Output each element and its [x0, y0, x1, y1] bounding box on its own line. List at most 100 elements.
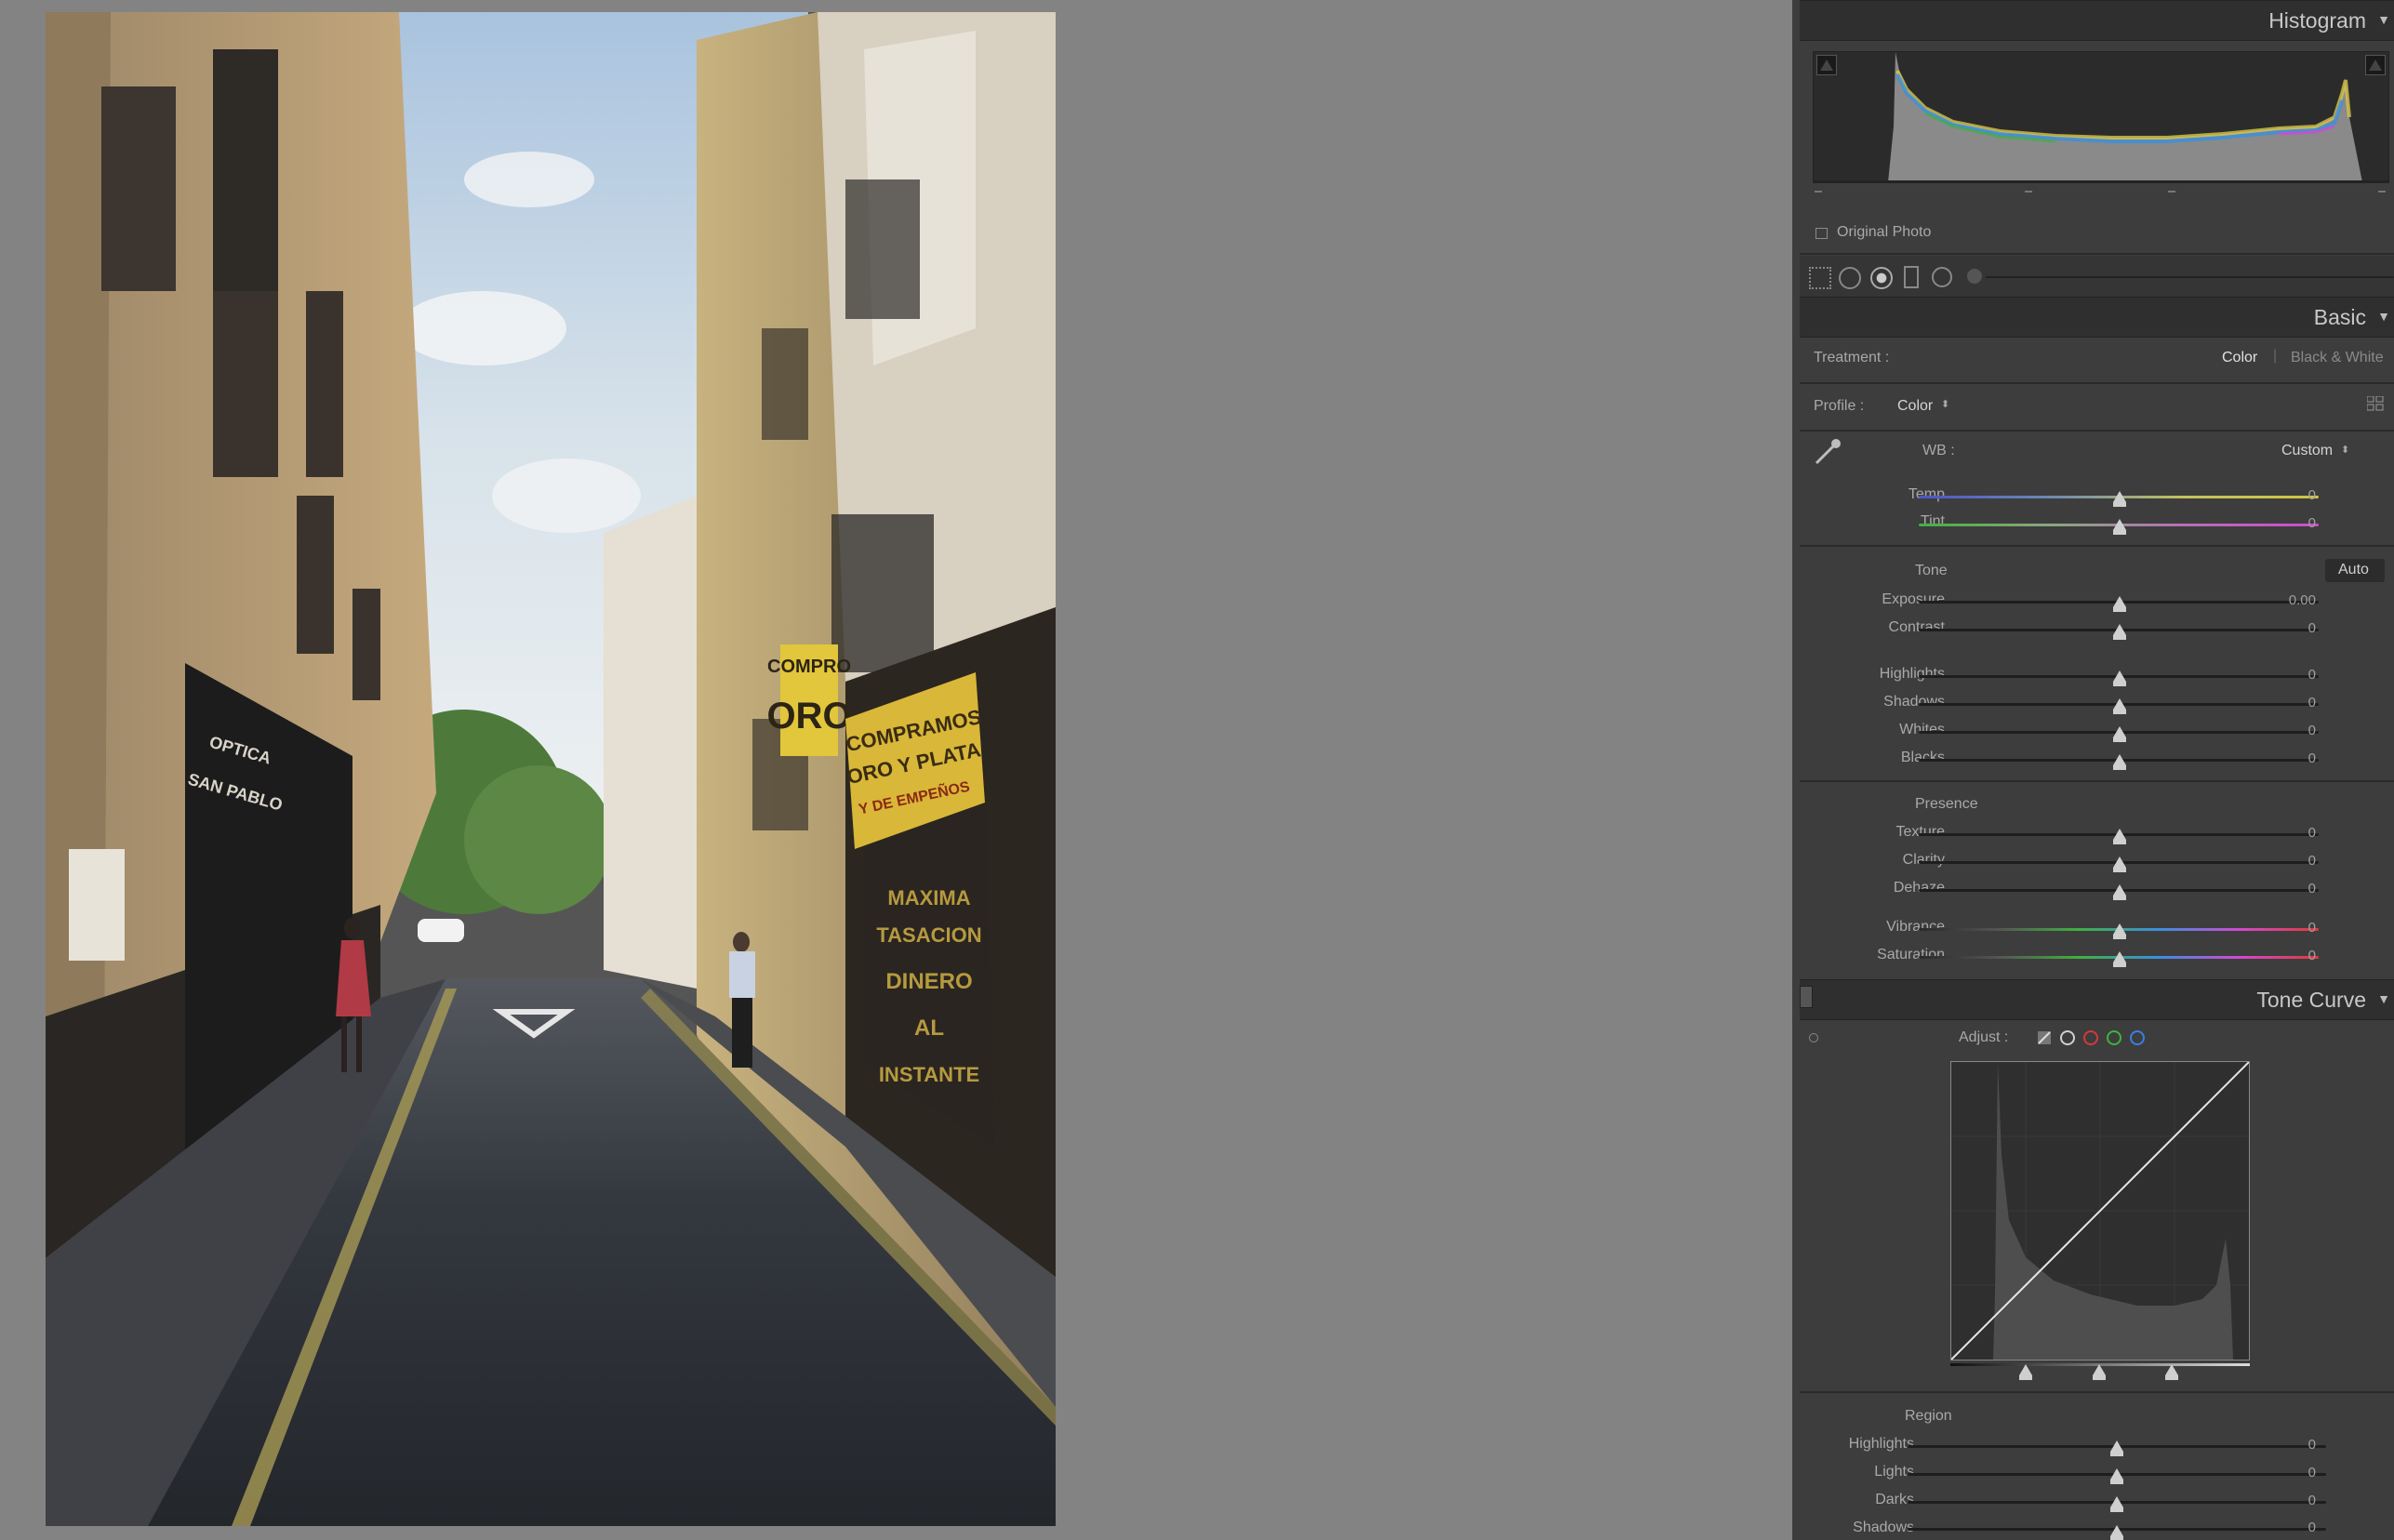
- street-photo: COMPRO ORO COMPRAMOS ORO Y PLATA Y DE EM…: [46, 12, 1056, 1526]
- basic-title: Basic: [2313, 305, 2366, 329]
- divider: [1800, 1391, 2394, 1393]
- blue-channel-icon[interactable]: [2130, 1030, 2145, 1045]
- treatment-label: Treatment :: [1814, 350, 1890, 365]
- contrast-slider-thumb[interactable]: [2113, 624, 2126, 640]
- slider-label-vibrance: Vibrance: [1886, 919, 1945, 935]
- region-shadows-slider-thumb[interactable]: [2110, 1525, 2123, 1540]
- tool-strip: [1800, 256, 2394, 297]
- collapse-triangle-icon[interactable]: ▼: [2377, 12, 2390, 27]
- slider-value-region-darks[interactable]: 0: [2260, 1493, 2316, 1508]
- curve-split-thumb-midtones[interactable]: [2093, 1364, 2106, 1380]
- region-darks-slider-thumb[interactable]: [2110, 1496, 2123, 1512]
- tone-label: Tone: [1915, 563, 1948, 578]
- slider-value-dehaze[interactable]: 0: [2260, 881, 2316, 896]
- highlights-slider-thumb[interactable]: [2113, 670, 2126, 686]
- histogram-ticks: [1813, 191, 2387, 194]
- wb-dropdown-arrows-icon[interactable]: ⬍: [2341, 444, 2349, 456]
- histogram-title: Histogram: [2268, 8, 2366, 33]
- collapse-triangle-icon[interactable]: ▼: [2377, 991, 2390, 1006]
- dehaze-slider-thumb[interactable]: [2113, 884, 2126, 900]
- wb-dropdown[interactable]: Custom: [2281, 443, 2333, 459]
- slider-value-blacks[interactable]: 0: [2260, 750, 2316, 766]
- slider-value-temp[interactable]: 0: [2260, 487, 2316, 503]
- whites-slider-thumb[interactable]: [2113, 726, 2126, 742]
- slider-value-shadows[interactable]: 0: [2260, 695, 2316, 710]
- shutter-text-5: INSTANTE: [879, 1063, 979, 1086]
- original-photo-label: Original Photo: [1837, 224, 1932, 240]
- slider-value-texture[interactable]: 0: [2260, 825, 2316, 841]
- slider-value-clarity[interactable]: 0: [2260, 853, 2316, 869]
- slider-label-contrast: Contrast: [1888, 619, 1945, 635]
- sign-compro: COMPRO: [767, 657, 851, 677]
- divider: [1800, 430, 2394, 431]
- profile-dropdown-arrows-icon[interactable]: ⬍: [1941, 398, 1949, 410]
- radial-filter-icon[interactable]: [1932, 267, 1952, 287]
- profile-dropdown[interactable]: Color: [1897, 398, 1933, 415]
- curve-split-thumb-highlights[interactable]: [2165, 1364, 2178, 1380]
- texture-slider-thumb[interactable]: [2113, 829, 2126, 844]
- blacks-slider-thumb[interactable]: [2113, 754, 2126, 770]
- collapse-triangle-icon[interactable]: ▼: [2377, 309, 2390, 324]
- histogram-svg: [1814, 52, 2388, 182]
- divider: [1800, 780, 2394, 782]
- tone-curve-graph[interactable]: [1950, 1061, 2250, 1361]
- targeted-adjustment-icon[interactable]: [1809, 1033, 1818, 1042]
- basic-header[interactable]: Basic ▼: [1800, 297, 2394, 338]
- divider: [1800, 253, 2394, 255]
- shutter-text-2: TASACION: [876, 923, 981, 947]
- auto-button[interactable]: Auto: [2325, 559, 2385, 582]
- red-channel-icon[interactable]: [2083, 1030, 2098, 1045]
- clarity-slider-thumb[interactable]: [2113, 856, 2126, 872]
- develop-panel: Histogram ▼ Original Photo Basic ▼ Treat…: [1792, 0, 2394, 1540]
- photo-canvas[interactable]: COMPRO ORO COMPRAMOS ORO Y PLATA Y DE EM…: [46, 12, 1056, 1526]
- slider-label-region-darks: Darks: [1875, 1492, 1914, 1507]
- slider-value-region-lights[interactable]: 0: [2260, 1465, 2316, 1480]
- histogram-graph[interactable]: [1813, 51, 2389, 183]
- histogram-header[interactable]: Histogram ▼: [1800, 0, 2394, 41]
- panel-toggle-switch[interactable]: [1800, 986, 1813, 1008]
- slider-value-saturation[interactable]: 0: [2260, 948, 2316, 963]
- slider-value-highlights[interactable]: 0: [2260, 667, 2316, 683]
- shadows-slider-thumb[interactable]: [2113, 698, 2126, 714]
- slider-label-tint: Tint: [1920, 513, 1945, 529]
- slider-value-tint[interactable]: 0: [2260, 515, 2316, 531]
- sign-oro: ORO: [766, 696, 851, 737]
- original-photo-checkbox[interactable]: [1815, 228, 1828, 239]
- crop-tool-icon[interactable]: [1809, 267, 1831, 289]
- slider-value-exposure[interactable]: 0.00: [2260, 592, 2316, 608]
- vibrance-slider-thumb[interactable]: [2113, 923, 2126, 939]
- green-channel-icon[interactable]: [2107, 1030, 2121, 1045]
- slider-value-vibrance[interactable]: 0: [2260, 920, 2316, 936]
- brush-size-slider-icon[interactable]: [1967, 269, 1982, 284]
- tone-curve-header[interactable]: Tone Curve ▼: [1800, 979, 2394, 1020]
- shadow-clipping-icon[interactable]: [1816, 55, 1837, 75]
- slider-label-whites: Whites: [1899, 722, 1945, 737]
- healing-tool-icon[interactable]: [1839, 267, 1861, 289]
- profile-browser-grid-icon[interactable]: [2366, 395, 2384, 411]
- temp-slider-thumb[interactable]: [2113, 491, 2126, 507]
- brush-slider-track[interactable]: [1986, 276, 2394, 278]
- slider-value-region-shadows[interactable]: 0: [2260, 1520, 2316, 1535]
- slider-label-dehaze: Dehaze: [1893, 880, 1945, 896]
- highlight-clipping-icon[interactable]: [2365, 55, 2386, 75]
- point-curve-rgb-icon[interactable]: [2060, 1030, 2075, 1045]
- shutter-text-3: DINERO: [885, 969, 972, 994]
- parametric-curve-icon[interactable]: [2037, 1030, 2052, 1045]
- graduated-filter-icon[interactable]: [1904, 266, 1919, 288]
- adjust-label: Adjust :: [1959, 1029, 2009, 1045]
- region-lights-slider-thumb[interactable]: [2110, 1468, 2123, 1484]
- curve-split-thumb-shadows[interactable]: [2019, 1364, 2032, 1380]
- region-highlights-slider-thumb[interactable]: [2110, 1440, 2123, 1456]
- slider-value-contrast[interactable]: 0: [2260, 620, 2316, 636]
- treatment-bw-option[interactable]: Black & White: [2291, 350, 2384, 366]
- slider-label-blacks: Blacks: [1900, 750, 1945, 765]
- slider-value-whites[interactable]: 0: [2260, 723, 2316, 738]
- treatment-divider: |: [2273, 348, 2278, 364]
- tint-slider-thumb[interactable]: [2113, 519, 2126, 535]
- eyedropper-icon[interactable]: [1813, 437, 1842, 467]
- slider-value-region-highlights[interactable]: 0: [2260, 1437, 2316, 1453]
- treatment-color-option[interactable]: Color: [2222, 350, 2257, 366]
- red-eye-tool-icon[interactable]: [1870, 267, 1893, 289]
- exposure-slider-thumb[interactable]: [2113, 596, 2126, 612]
- saturation-slider-thumb[interactable]: [2113, 951, 2126, 967]
